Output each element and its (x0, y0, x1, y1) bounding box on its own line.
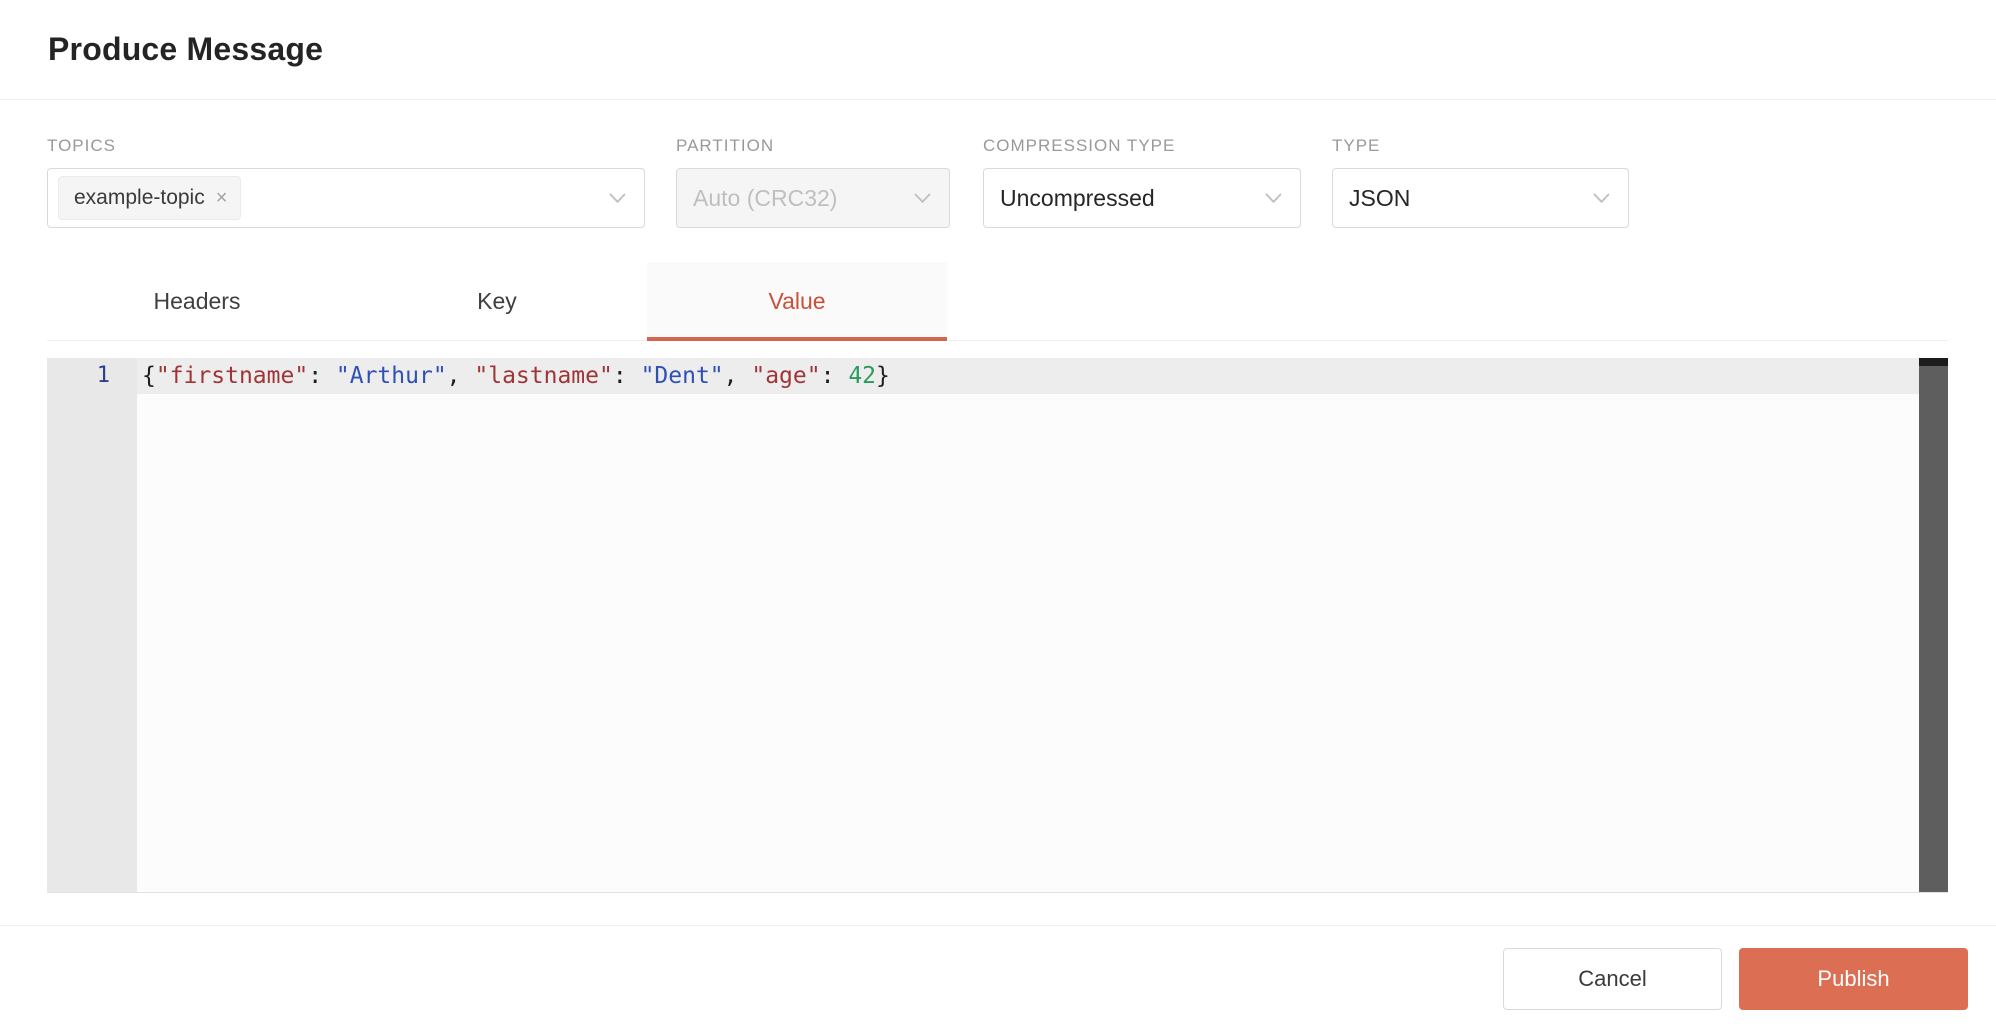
chevron-down-icon (1593, 193, 1610, 204)
compression-type-select[interactable]: Uncompressed (983, 168, 1301, 228)
code-line[interactable]: {"firstname": "Arthur", "lastname": "Den… (137, 358, 1919, 394)
code-token: "age" (751, 363, 820, 389)
partition-label: PARTITION (676, 136, 950, 156)
code-token: 42 (848, 363, 876, 389)
code-token: "firstname" (156, 363, 308, 389)
code-token: { (142, 363, 156, 389)
tab-key[interactable]: Key (347, 262, 647, 340)
partition-value: Auto (CRC32) (693, 185, 837, 212)
chevron-down-icon (914, 193, 931, 204)
field-type: TYPE JSON (1332, 136, 1629, 228)
remove-topic-icon[interactable]: × (216, 188, 228, 208)
type-select[interactable]: JSON (1332, 168, 1629, 228)
message-part-tabs: Headers Key Value (47, 262, 1948, 341)
dialog-footer: Cancel Publish (0, 926, 1996, 1010)
editor-scrollbar[interactable] (1919, 358, 1948, 892)
page-title: Produce Message (48, 31, 323, 68)
compression-type-label: COMPRESSION TYPE (983, 136, 1301, 156)
produce-message-dialog: Produce Message TOPICS example-topic × P… (0, 0, 1996, 1032)
compression-type-value: Uncompressed (1000, 185, 1155, 212)
type-value: JSON (1349, 185, 1410, 212)
code-token: "Dent" (641, 363, 724, 389)
code-token: , (724, 363, 752, 389)
code-token: : (821, 363, 849, 389)
type-label: TYPE (1332, 136, 1629, 156)
topics-label: TOPICS (47, 136, 645, 156)
partition-select: Auto (CRC32) (676, 168, 950, 228)
dialog-header: Produce Message (0, 0, 1996, 100)
chevron-down-icon (609, 193, 626, 204)
code-token: } (876, 363, 890, 389)
field-topics: TOPICS example-topic × (47, 136, 645, 228)
code-token: "lastname" (474, 363, 612, 389)
code-token: , (447, 363, 475, 389)
code-token: : (613, 363, 641, 389)
publish-button[interactable]: Publish (1739, 948, 1968, 1010)
topic-tag: example-topic × (58, 176, 241, 220)
field-compression-type: COMPRESSION TYPE Uncompressed (983, 136, 1301, 228)
tab-headers[interactable]: Headers (47, 262, 347, 340)
form-row: TOPICS example-topic × PARTITION Auto (C… (0, 100, 1996, 228)
editor-gutter: 1 (47, 358, 137, 892)
tab-value[interactable]: Value (647, 262, 947, 340)
line-number: 1 (47, 358, 110, 394)
value-code-editor[interactable]: 1 {"firstname": "Arthur", "lastname": "D… (47, 358, 1948, 893)
scrollbar-thumb[interactable] (1919, 358, 1948, 366)
field-partition: PARTITION Auto (CRC32) (676, 136, 950, 228)
code-token: "Arthur" (336, 363, 447, 389)
chevron-down-icon (1265, 193, 1282, 204)
cancel-button[interactable]: Cancel (1503, 948, 1722, 1010)
code-token: : (308, 363, 336, 389)
topics-select[interactable]: example-topic × (47, 168, 645, 228)
topic-tag-label: example-topic (74, 186, 205, 210)
editor-code-area[interactable]: {"firstname": "Arthur", "lastname": "Den… (137, 358, 1919, 892)
